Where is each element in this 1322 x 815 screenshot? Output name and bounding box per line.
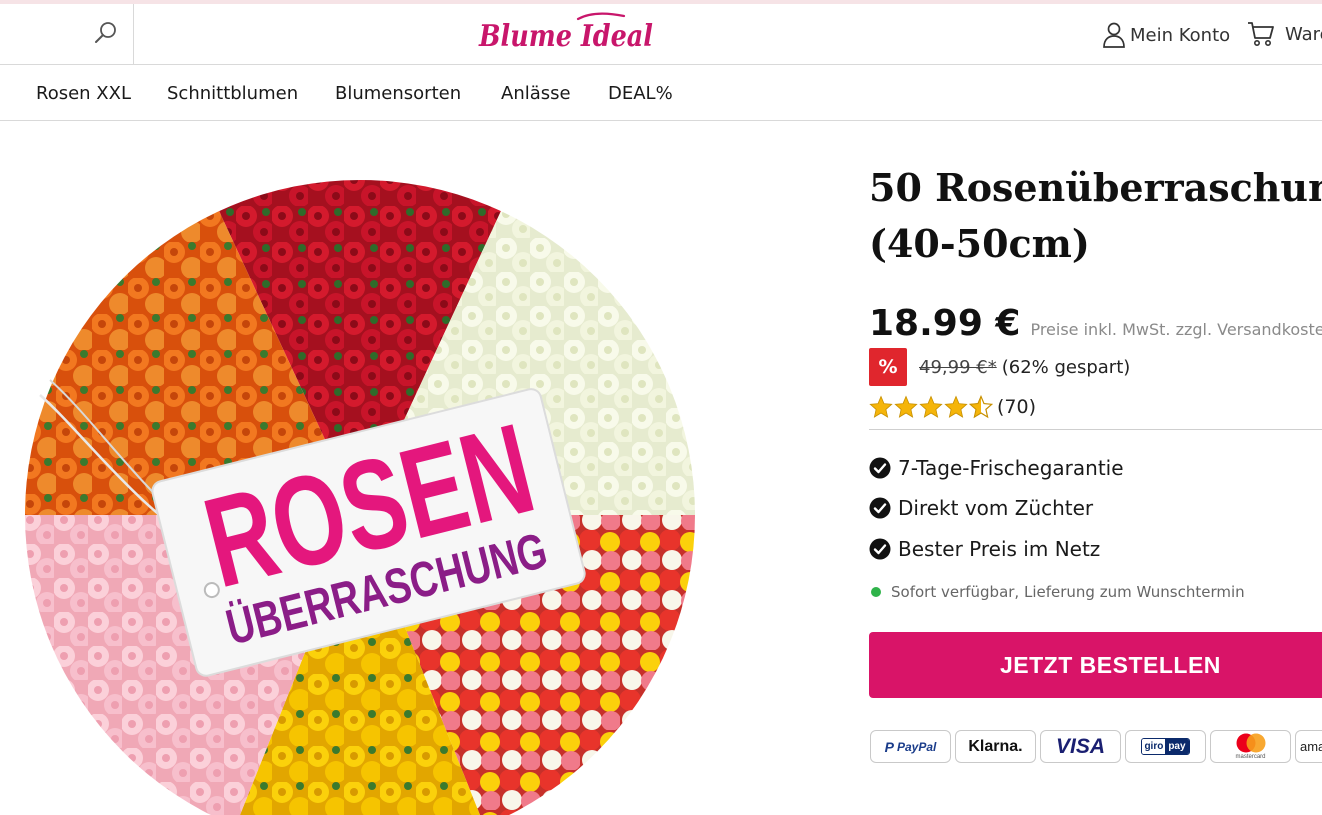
payment-amazon-label: amazon [1300, 739, 1322, 754]
saved-text: (62% gespart) [1001, 356, 1131, 378]
star-half-icon [969, 395, 993, 419]
rating-count: (70) [997, 396, 1037, 418]
payment-mastercard-label: mastercard [1235, 754, 1266, 760]
search-icon [95, 22, 116, 43]
account-link[interactable]: Mein Konto [1102, 21, 1230, 49]
discount-badge: % [869, 348, 907, 386]
nav-item-schnittblumen[interactable]: Schnittblumen [167, 83, 298, 104]
usp-item: Direkt vom Züchter [869, 494, 1093, 522]
user-icon [1103, 22, 1125, 48]
discount-row: % 49,99 €* (62% gespart) [869, 348, 1130, 386]
availability-dot-icon [871, 587, 881, 597]
payment-giropay-label-a: giro [1142, 739, 1166, 754]
site-header: Blume Ideal Mein Konto Ware [0, 4, 1322, 65]
check-circle-icon [869, 457, 891, 479]
rating[interactable]: (70) [869, 394, 1036, 420]
price: 18.99 € [869, 303, 1021, 344]
order-button[interactable]: JETZT BESTELLEN [869, 632, 1322, 698]
product-image[interactable]: ROSEN ÜBERRASCHUNG [20, 170, 700, 815]
check-circle-icon [869, 497, 891, 519]
product-title-line1: 50 Rosenüberraschung [869, 165, 1322, 210]
nav-item-rosen-xxl[interactable]: Rosen XXL [36, 83, 131, 104]
nav-item-anlaesse[interactable]: Anlässe [501, 83, 571, 104]
usp-label: 7-Tage-Frischegarantie [898, 456, 1124, 480]
star-icon [919, 395, 943, 418]
availability-status: Sofort verfügbar, Lieferung zum Wunschte… [869, 581, 1245, 603]
payment-mastercard-icon: mastercard [1210, 730, 1291, 763]
payment-paypal-label: PayPal [896, 739, 937, 754]
usp-item: Bester Preis im Netz [869, 535, 1100, 563]
price-note: Preise inkl. MwSt. zzgl. Versandkosten [1030, 320, 1322, 339]
logo-text: Blume Ideal [478, 19, 653, 54]
payment-giropay-icon: giro pay [1125, 730, 1206, 763]
payment-methods: P PayPal Klarna. VISA giro pay mastercard … [870, 730, 1322, 763]
payment-paypal-icon: P PayPal [870, 730, 951, 763]
payment-klarna-icon: Klarna. [955, 730, 1036, 763]
check-circle-icon [869, 538, 891, 560]
product-title-line2: (40-50cm) [869, 221, 1090, 266]
old-price: 49,99 €* [919, 356, 997, 378]
star-icon [869, 395, 893, 418]
payment-klarna-label: Klarna. [968, 737, 1023, 755]
payment-giropay-label-b: pay [1165, 739, 1189, 754]
price-row: 18.99 € Preise inkl. MwSt. zzgl. Versand… [869, 303, 1322, 349]
site-logo[interactable]: Blume Ideal [474, 10, 658, 60]
main-navigation: Rosen XXL Schnittblumen Blumensorten Anl… [0, 65, 1322, 121]
star-rating [869, 395, 993, 419]
usp-item: 7-Tage-Frischegarantie [869, 454, 1124, 482]
nav-item-deal[interactable]: DEAL% [608, 83, 673, 104]
usp-label: Direkt vom Züchter [898, 496, 1094, 520]
nav-item-blumensorten[interactable]: Blumensorten [335, 83, 461, 104]
search-button[interactable] [0, 4, 134, 64]
payment-amazon-icon: amazon [1295, 730, 1322, 763]
cart-icon [1248, 22, 1274, 46]
cart-label: Ware [1285, 23, 1322, 45]
account-label: Mein Konto [1130, 24, 1231, 46]
cart-link[interactable]: Ware [1247, 19, 1322, 49]
payment-visa-label: VISA [1055, 734, 1105, 758]
product-title: 50 Rosenüberraschung (40-50cm) [869, 160, 1322, 272]
star-icon [894, 395, 918, 418]
availability-text: Sofort verfügbar, Lieferung zum Wunschte… [891, 583, 1245, 601]
star-icon [944, 395, 968, 418]
usp-label: Bester Preis im Netz [898, 537, 1101, 561]
payment-visa-icon: VISA [1040, 730, 1121, 763]
divider [869, 429, 1322, 430]
